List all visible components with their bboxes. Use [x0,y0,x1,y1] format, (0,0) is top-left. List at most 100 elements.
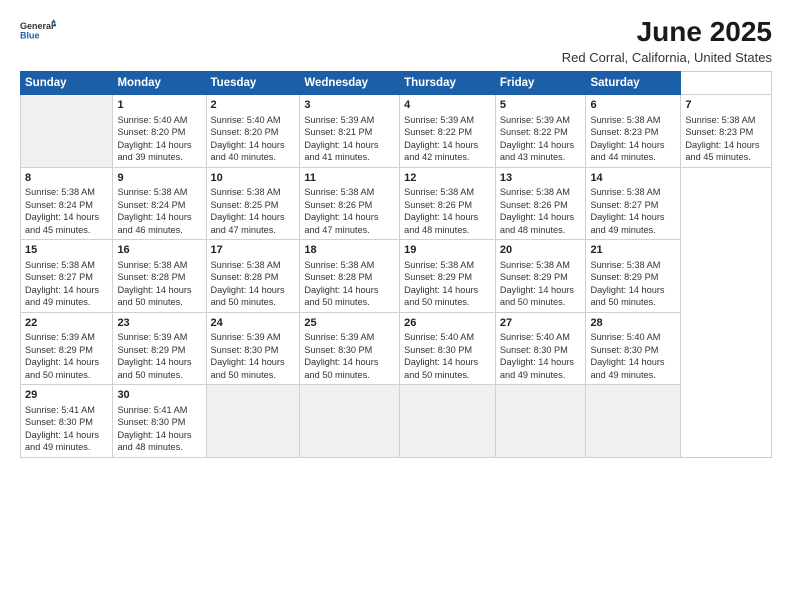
day-detail: Sunset: 8:27 PM [25,272,93,282]
day-detail: Sunset: 8:26 PM [500,200,568,210]
calendar-cell: 12Sunrise: 5:38 AMSunset: 8:26 PMDayligh… [400,167,496,240]
calendar-cell: 20Sunrise: 5:38 AMSunset: 8:29 PMDayligh… [495,240,586,313]
day-detail: Daylight: 14 hours and 50 minutes. [404,357,478,379]
day-number: 29 [25,388,108,403]
calendar-cell [495,385,586,458]
calendar-cell: 14Sunrise: 5:38 AMSunset: 8:27 PMDayligh… [586,167,681,240]
day-detail: Sunset: 8:28 PM [117,272,185,282]
day-detail: Sunrise: 5:38 AM [590,115,660,125]
day-detail: Daylight: 14 hours and 48 minutes. [404,212,478,234]
day-detail: Sunset: 8:22 PM [404,127,472,137]
day-number: 13 [500,171,582,186]
day-detail: Daylight: 14 hours and 49 minutes. [590,212,664,234]
day-detail: Sunset: 8:20 PM [211,127,279,137]
sub-title: Red Corral, California, United States [562,50,772,65]
calendar-day-header: Sunday [21,72,113,95]
calendar-cell: 1Sunrise: 5:40 AMSunset: 8:20 PMDaylight… [113,95,206,168]
day-detail: Sunrise: 5:38 AM [590,260,660,270]
day-detail: Sunrise: 5:38 AM [404,260,474,270]
calendar-cell: 7Sunrise: 5:38 AMSunset: 8:23 PMDaylight… [681,95,772,168]
calendar-cell: 18Sunrise: 5:38 AMSunset: 8:28 PMDayligh… [300,240,400,313]
page: General Blue June 2025 Red Corral, Calif… [0,0,792,612]
day-number: 14 [590,171,676,186]
day-detail: Sunrise: 5:39 AM [117,332,187,342]
day-detail: Sunrise: 5:38 AM [25,260,95,270]
calendar-cell: 30Sunrise: 5:41 AMSunset: 8:30 PMDayligh… [113,385,206,458]
day-detail: Daylight: 14 hours and 50 minutes. [304,285,378,307]
day-detail: Daylight: 14 hours and 47 minutes. [211,212,285,234]
calendar-day-header: Wednesday [300,72,400,95]
day-number: 4 [404,98,491,113]
day-number: 8 [25,171,108,186]
day-detail: Sunset: 8:25 PM [211,200,279,210]
day-number: 5 [500,98,582,113]
day-detail: Sunrise: 5:39 AM [404,115,474,125]
day-detail: Sunset: 8:23 PM [685,127,753,137]
calendar-cell [21,95,113,168]
day-detail: Daylight: 14 hours and 50 minutes. [117,357,191,379]
day-detail: Sunset: 8:29 PM [590,272,658,282]
day-detail: Sunrise: 5:38 AM [211,187,281,197]
calendar-cell: 10Sunrise: 5:38 AMSunset: 8:25 PMDayligh… [206,167,300,240]
day-detail: Sunrise: 5:38 AM [685,115,755,125]
calendar-cell: 25Sunrise: 5:39 AM Sunset: 8:30 PM Dayligh… [300,312,400,385]
day-detail: Daylight: 14 hours and 49 minutes. [500,357,574,379]
day-detail: Daylight: 14 hours and 43 minutes. [500,140,574,162]
calendar-cell: 16Sunrise: 5:38 AMSunset: 8:28 PMDayligh… [113,240,206,313]
day-detail: Daylight: 14 hours and 47 minutes. [304,212,378,234]
day-detail: Daylight: 14 hours and 50 minutes. [500,285,574,307]
day-detail: Sunrise: 5:38 AM [304,260,374,270]
day-detail: Sunset: 8:30 PM [500,345,568,355]
calendar-cell: 3Sunrise: 5:39 AMSunset: 8:21 PMDaylight… [300,95,400,168]
calendar-cell: 8Sunrise: 5:38 AMSunset: 8:24 PMDaylight… [21,167,113,240]
day-detail: Daylight: 14 hours and 48 minutes. [500,212,574,234]
calendar-header-row: SundayMondayTuesdayWednesdayThursdayFrid… [21,72,772,95]
day-detail: Sunset: 8:29 PM [117,345,185,355]
day-detail: Sunset: 8:30 PM [25,417,93,427]
day-detail: Daylight: 14 hours and 44 minutes. [590,140,664,162]
svg-text:Blue: Blue [20,30,40,40]
day-detail: Sunset: 8:21 PM [304,127,372,137]
day-number: 6 [590,98,676,113]
day-detail: Sunrise: 5:39 AM [304,332,374,342]
day-detail: Sunset: 8:30 PM [304,345,372,355]
day-number: 3 [304,98,395,113]
main-title: June 2025 [562,16,772,48]
day-number: 2 [211,98,296,113]
calendar-day-header: Monday [113,72,206,95]
day-detail: Sunrise: 5:38 AM [304,187,374,197]
calendar-cell: 11Sunrise: 5:38 AMSunset: 8:26 PMDayligh… [300,167,400,240]
day-detail: Daylight: 14 hours and 40 minutes. [211,140,285,162]
calendar-cell: 28Sunrise: 5:40 AMSunset: 8:30 PMDayligh… [586,312,681,385]
calendar-cell: 5Sunrise: 5:39 AMSunset: 8:22 PMDaylight… [495,95,586,168]
day-number: 27 [500,316,582,331]
calendar-cell: 22Sunrise: 5:39 AMSunset: 8:29 PMDayligh… [21,312,113,385]
calendar-week-row: 15 Sunrise: 5:38 AM Sunset: 8:27 PM Dayligh… [21,240,772,313]
calendar-week-row: 22Sunrise: 5:39 AMSunset: 8:29 PMDayligh… [21,312,772,385]
day-detail: Daylight: 14 hours and 45 minutes. [25,212,99,234]
calendar-cell: 9Sunrise: 5:38 AMSunset: 8:24 PMDaylight… [113,167,206,240]
day-detail: Sunrise: 5:38 AM [404,187,474,197]
day-number: 17 [211,243,296,258]
calendar-cell: 15Sunrise: 5:38 AMSunset: 8:27 PMDayligh… [21,240,113,313]
day-detail: Sunset: 8:30 PM [117,417,185,427]
calendar-table: SundayMondayTuesdayWednesdayThursdayFrid… [20,71,772,458]
day-detail: Sunrise: 5:38 AM [590,187,660,197]
calendar-cell: 23Sunrise: 5:39 AMSunset: 8:29 PMDayligh… [113,312,206,385]
day-number: 9 [117,171,201,186]
calendar-cell: 24Sunrise: 5:39 AMSunset: 8:30 PMDayligh… [206,312,300,385]
day-detail: Sunset: 8:28 PM [211,272,279,282]
day-number: 1 [117,98,201,113]
day-number: 28 [590,316,676,331]
calendar-cell [586,385,681,458]
day-detail: Daylight: 14 hours and 48 minutes. [117,430,191,452]
calendar-cell: 21Sunrise: 5:38 AMSunset: 8:29 PMDayligh… [586,240,681,313]
calendar-day-header: Tuesday [206,72,300,95]
day-detail: Daylight: 14 hours and 50 minutes. [304,357,378,379]
header: General Blue June 2025 Red Corral, Calif… [20,16,772,65]
day-detail: Sunset: 8:30 PM [404,345,472,355]
day-number: 25 [304,316,395,331]
day-detail: Daylight: 14 hours and 50 minutes. [25,357,99,379]
day-detail: Daylight: 14 hours and 46 minutes. [117,212,191,234]
day-number: 15 [25,243,108,258]
